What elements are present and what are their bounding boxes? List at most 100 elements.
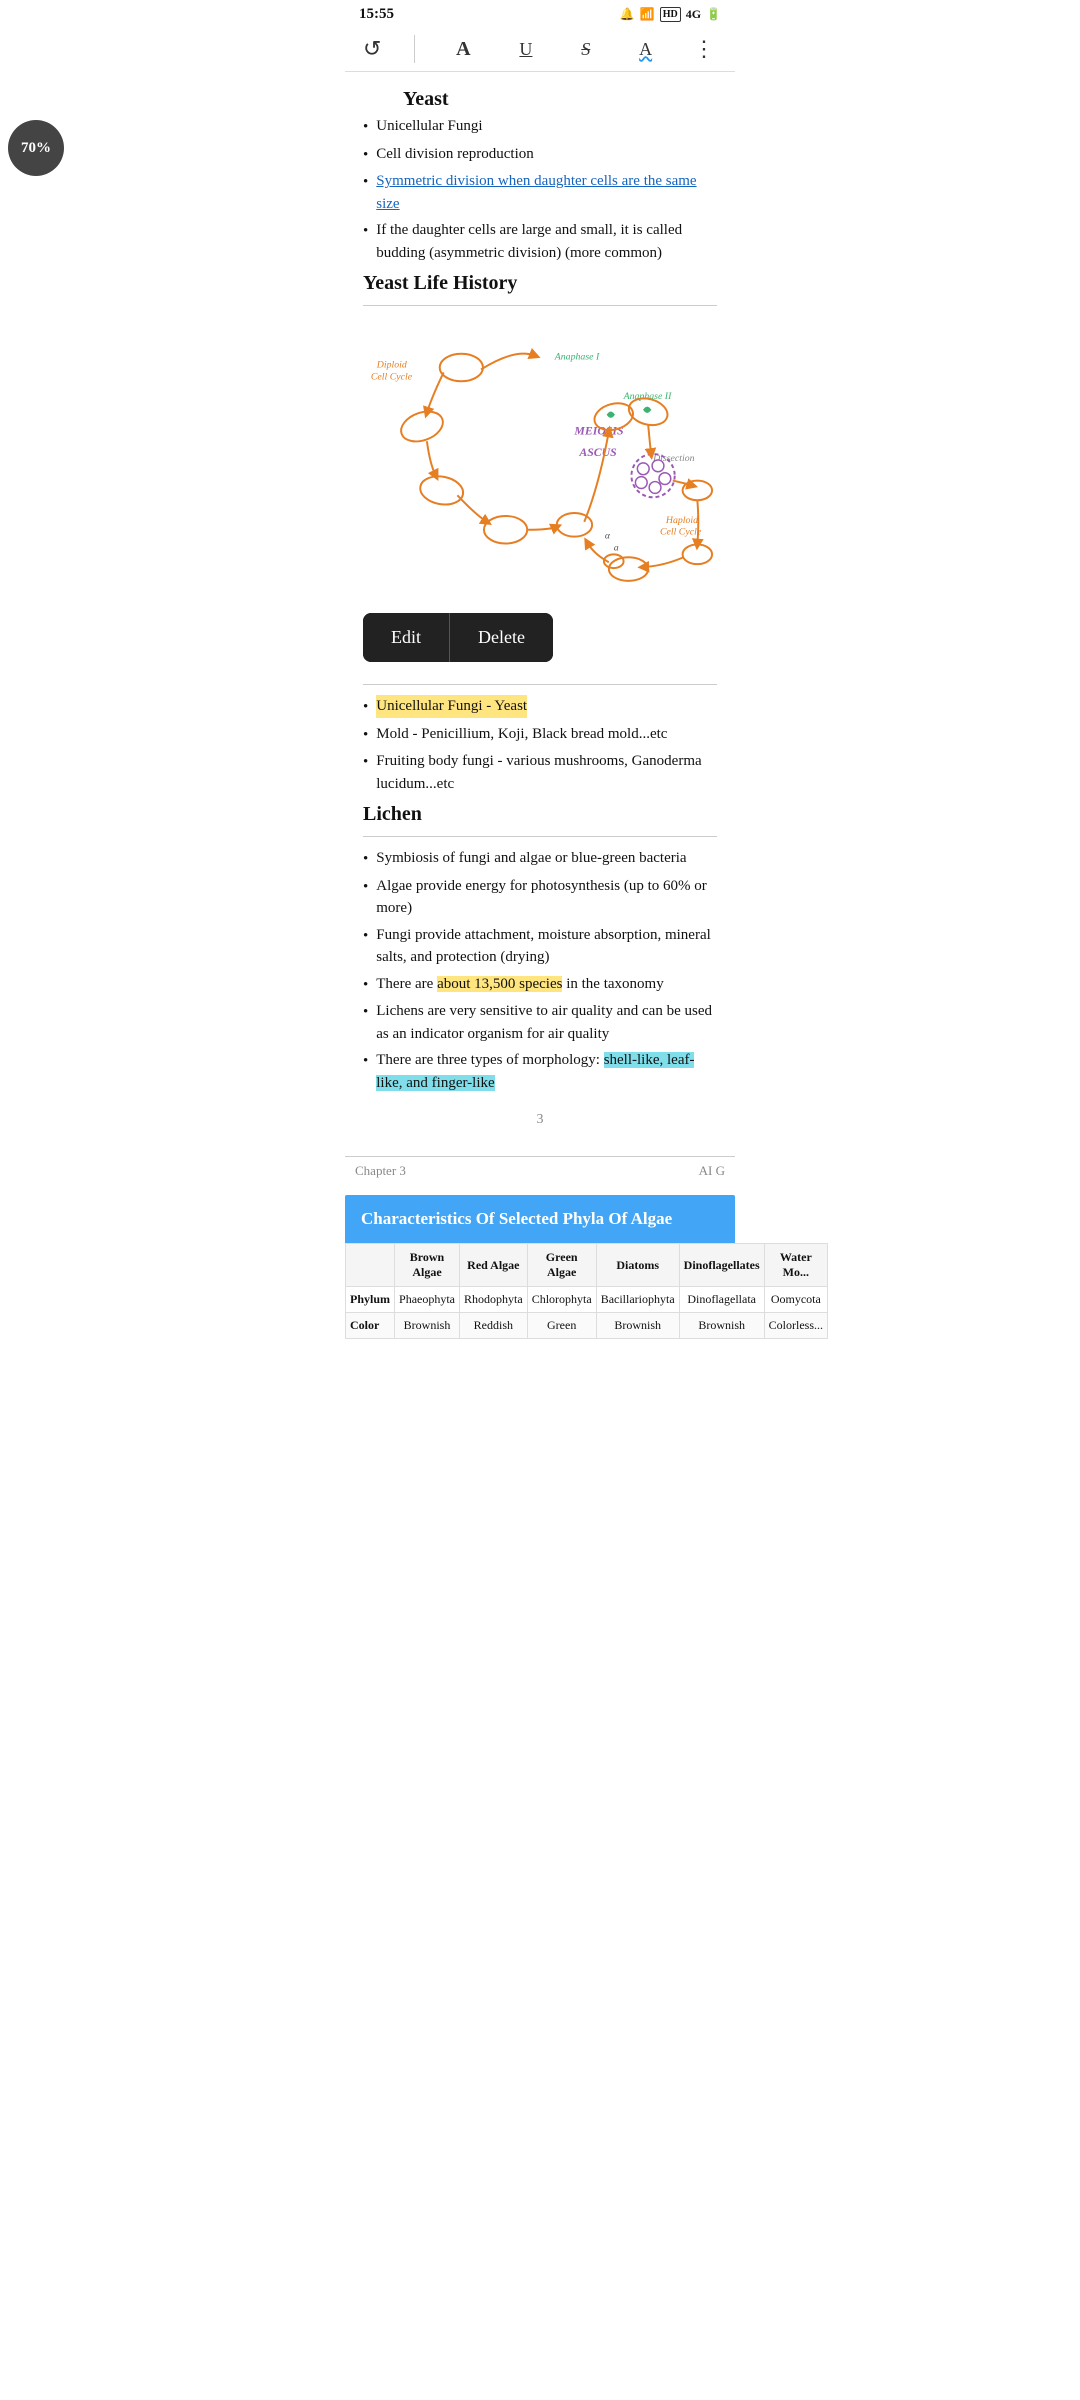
- bullet-text: Algae provide energy for photosynthesis …: [376, 875, 717, 920]
- underline-button[interactable]: U: [511, 37, 540, 62]
- lichen-bullets: Symbiosis of fungi and algae or blue-gre…: [363, 847, 717, 1094]
- svg-text:ASCUS: ASCUS: [578, 445, 617, 459]
- toolbar-divider: [414, 35, 415, 63]
- status-time: 15:55: [359, 6, 394, 23]
- notification-icon: 🔔: [620, 7, 635, 22]
- bullet-text: There are three types of morphology: she…: [376, 1049, 717, 1094]
- list-item: If the daughter cells are large and smal…: [363, 219, 717, 264]
- algae-table: Brown Algae Red Algae Green Algae Diatom…: [345, 1243, 828, 1339]
- svg-text:Anaphase II: Anaphase II: [623, 391, 672, 402]
- bullet-text: There are about 13,500 species in the ta…: [376, 973, 663, 996]
- table-cell: Chlorophyta: [527, 1287, 596, 1313]
- list-item: Fruiting body fungi - various mushrooms,…: [363, 750, 717, 795]
- bullet-text: Mold - Penicillium, Koji, Black bread mo…: [376, 723, 667, 746]
- row-label-phylum: Phylum: [346, 1287, 395, 1313]
- list-item: Fungi provide attachment, moisture absor…: [363, 924, 717, 969]
- list-item: Unicellular Fungi: [363, 115, 717, 139]
- symmetric-division-text: Symmetric division when daughter cells a…: [376, 170, 717, 215]
- table-cell: Bacillariophyta: [596, 1287, 679, 1313]
- divider: [363, 684, 717, 685]
- undo-button[interactable]: ↺: [363, 36, 381, 62]
- svg-text:Cell Cycle: Cell Cycle: [660, 527, 702, 538]
- edit-button[interactable]: Edit: [363, 613, 450, 662]
- yeast-life-cycle-diagram: Diploid Cell Cycle Anaphase I Anaphase I…: [363, 316, 717, 601]
- divider: [363, 836, 717, 837]
- signal-icon: 4G: [686, 7, 701, 22]
- lichen-title: Lichen: [363, 803, 717, 826]
- species-count-highlight: about 13,500 species: [437, 976, 562, 992]
- col-header-diatoms: Diatoms: [596, 1244, 679, 1287]
- fungi-list: Unicellular Fungi - Yeast Mold - Penicil…: [363, 695, 717, 795]
- bullet-text: Cell division reproduction: [376, 143, 533, 166]
- col-header-brown: Brown Algae: [395, 1244, 460, 1287]
- table-cell: Colorless...: [764, 1313, 827, 1339]
- yeast-life-history-title: Yeast Life History: [363, 272, 717, 295]
- page-content: Yeast Unicellular Fungi Cell division re…: [345, 72, 735, 1156]
- algae-table-section: Characteristics Of Selected Phyla Of Alg…: [345, 1195, 735, 1339]
- list-item: Algae provide energy for photosynthesis …: [363, 875, 717, 920]
- ai-label: AI G: [699, 1163, 725, 1179]
- yeast-title: Yeast: [363, 88, 717, 111]
- table-row: Color Brownish Reddish Green Brownish Br…: [346, 1313, 828, 1339]
- svg-text:MEIOSIS: MEIOSIS: [573, 423, 624, 437]
- list-item: Cell division reproduction: [363, 143, 717, 167]
- svg-text:α: α: [605, 531, 611, 542]
- table-cell: Rhodophyta: [460, 1287, 528, 1313]
- svg-text:Cell Cycle: Cell Cycle: [371, 371, 413, 382]
- hd-icon: HD: [660, 7, 681, 22]
- list-item: Unicellular Fungi - Yeast: [363, 695, 717, 719]
- wifi-icon: 📶: [640, 7, 655, 22]
- col-header-blank: [346, 1244, 395, 1287]
- chapter-label: Chapter 3: [355, 1163, 406, 1179]
- yeast-bullets: Unicellular Fungi Cell division reproduc…: [363, 115, 717, 264]
- morphology-types-highlight: shell-like, leaf-like, and finger-like: [376, 1052, 694, 1091]
- table-row: Phylum Phaeophyta Rhodophyta Chlorophyta…: [346, 1287, 828, 1313]
- divider: [363, 305, 717, 306]
- delete-button[interactable]: Delete: [450, 613, 553, 662]
- list-item: Symbiosis of fungi and algae or blue-gre…: [363, 847, 717, 871]
- list-item: There are about 13,500 species in the ta…: [363, 973, 717, 997]
- algae-table-header: Characteristics Of Selected Phyla Of Alg…: [345, 1195, 735, 1243]
- row-label-color: Color: [346, 1313, 395, 1339]
- table-cell: Reddish: [460, 1313, 528, 1339]
- col-header-green: Green Algae: [527, 1244, 596, 1287]
- list-item: Symmetric division when daughter cells a…: [363, 170, 717, 215]
- page-number: 3: [363, 1112, 717, 1128]
- table-cell: Dinoflagellata: [679, 1287, 764, 1313]
- table-cell: Oomycota: [764, 1287, 827, 1313]
- svg-text:Diploid: Diploid: [376, 360, 407, 371]
- table-cell: Brownish: [395, 1313, 460, 1339]
- wave-underline-button[interactable]: A: [631, 37, 660, 62]
- list-item: Lichens are very sensitive to air qualit…: [363, 1000, 717, 1045]
- table-cell: Brownish: [596, 1313, 679, 1339]
- more-options-button[interactable]: ⋮: [693, 36, 717, 62]
- chapter-footer: Chapter 3 AI G: [345, 1156, 735, 1185]
- bullet-text: Fruiting body fungi - various mushrooms,…: [376, 750, 717, 795]
- bullet-text: Lichens are very sensitive to air qualit…: [376, 1000, 717, 1045]
- list-item: There are three types of morphology: she…: [363, 1049, 717, 1094]
- zoom-indicator: 70%: [8, 120, 64, 176]
- battery-icon: 🔋: [706, 7, 721, 22]
- unicellular-fungi-yeast-text: Unicellular Fungi - Yeast: [376, 695, 527, 718]
- svg-text:a: a: [614, 542, 619, 553]
- status-icons: 🔔 📶 HD 4G 🔋: [620, 7, 721, 22]
- edit-delete-toolbar: Edit Delete: [363, 613, 553, 662]
- table-header-row: Brown Algae Red Algae Green Algae Diatom…: [346, 1244, 828, 1287]
- strikethrough-button[interactable]: S: [573, 37, 598, 62]
- bullet-text: If the daughter cells are large and smal…: [376, 219, 717, 264]
- toolbar: ↺ A U S A ⋮: [345, 27, 735, 72]
- bullet-text: Fungi provide attachment, moisture absor…: [376, 924, 717, 969]
- col-header-red: Red Algae: [460, 1244, 528, 1287]
- col-header-dino: Dinoflagellates: [679, 1244, 764, 1287]
- svg-text:Haploid: Haploid: [665, 515, 698, 526]
- table-cell: Green: [527, 1313, 596, 1339]
- table-cell: Brownish: [679, 1313, 764, 1339]
- col-header-water: Water Mo...: [764, 1244, 827, 1287]
- list-item: Mold - Penicillium, Koji, Black bread mo…: [363, 723, 717, 747]
- bullet-text: Unicellular Fungi: [376, 115, 482, 138]
- bullet-text: Symbiosis of fungi and algae or blue-gre…: [376, 847, 686, 870]
- bold-button[interactable]: A: [448, 36, 478, 63]
- table-cell: Phaeophyta: [395, 1287, 460, 1313]
- svg-text:Anaphase I: Anaphase I: [554, 352, 600, 363]
- status-bar: 15:55 🔔 📶 HD 4G 🔋: [345, 0, 735, 27]
